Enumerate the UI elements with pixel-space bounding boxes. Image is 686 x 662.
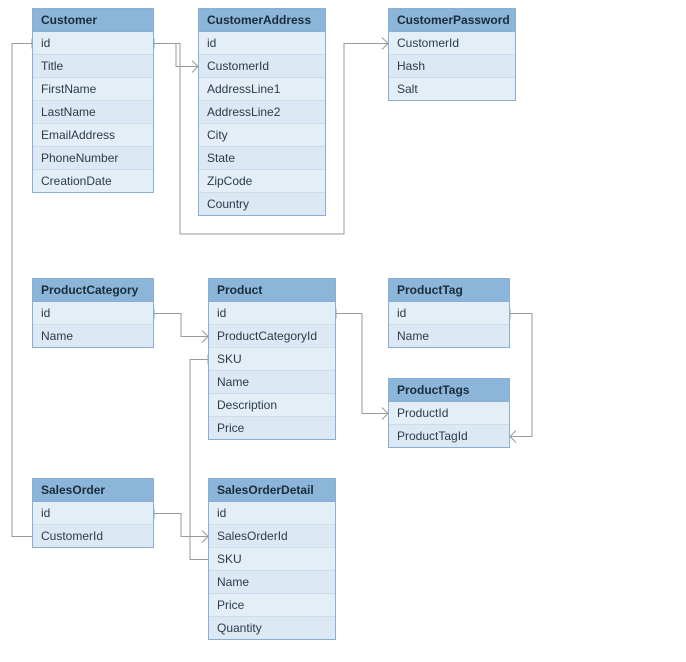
entity-field: Name — [389, 325, 509, 347]
entity-field: ZipCode — [199, 170, 325, 193]
entity-title: Product — [209, 279, 335, 302]
entity-field: LastName — [33, 101, 153, 124]
entity-field: id — [33, 32, 153, 55]
entity-field: CustomerId — [389, 32, 515, 55]
entity-field: ProductTagId — [389, 425, 509, 447]
entity-salesorderdetail: SalesOrderDetailidSalesOrderIdSKUNamePri… — [208, 478, 336, 640]
er-diagram-canvas: CustomeridTitleFirstNameLastNameEmailAdd… — [0, 0, 686, 662]
entity-title: ProductTag — [389, 279, 509, 302]
entity-title: CustomerPassword — [389, 9, 515, 32]
entity-field: id — [389, 302, 509, 325]
entity-field: id — [209, 302, 335, 325]
entity-customerpassword: CustomerPasswordCustomerIdHashSalt — [388, 8, 516, 101]
entity-field: State — [199, 147, 325, 170]
entity-field: Hash — [389, 55, 515, 78]
entity-field: id — [199, 32, 325, 55]
entity-customer: CustomeridTitleFirstNameLastNameEmailAdd… — [32, 8, 154, 193]
entity-field: ProductCategoryId — [209, 325, 335, 348]
entity-field: Country — [199, 193, 325, 215]
entity-title: CustomerAddress — [199, 9, 325, 32]
entity-field: CreationDate — [33, 170, 153, 192]
entity-field: EmailAddress — [33, 124, 153, 147]
entity-producttags: ProductTagsProductIdProductTagId — [388, 378, 510, 448]
entity-title: SalesOrderDetail — [209, 479, 335, 502]
entity-field: Description — [209, 394, 335, 417]
entity-field: Price — [209, 594, 335, 617]
entity-field: SKU — [209, 348, 335, 371]
entity-field: FirstName — [33, 78, 153, 101]
entity-field: Name — [209, 371, 335, 394]
entity-field: CustomerId — [33, 525, 153, 547]
entity-product: ProductidProductCategoryIdSKUNameDescrip… — [208, 278, 336, 440]
entity-field: ProductId — [389, 402, 509, 425]
entity-field: id — [33, 502, 153, 525]
entity-field: Quantity — [209, 617, 335, 639]
entity-field: City — [199, 124, 325, 147]
entity-field: Title — [33, 55, 153, 78]
entity-title: ProductCategory — [33, 279, 153, 302]
entity-field: Name — [33, 325, 153, 347]
entity-field: SKU — [209, 548, 335, 571]
entity-field: Name — [209, 571, 335, 594]
entity-salesorder: SalesOrderidCustomerId — [32, 478, 154, 548]
entity-field: id — [209, 502, 335, 525]
entity-title: SalesOrder — [33, 479, 153, 502]
entity-field: SalesOrderId — [209, 525, 335, 548]
entity-field: CustomerId — [199, 55, 325, 78]
entity-field: id — [33, 302, 153, 325]
entity-field: AddressLine1 — [199, 78, 325, 101]
entity-customeraddress: CustomerAddressidCustomerIdAddressLine1A… — [198, 8, 326, 216]
entity-productcategory: ProductCategoryidName — [32, 278, 154, 348]
entity-field: AddressLine2 — [199, 101, 325, 124]
entity-producttag: ProductTagidName — [388, 278, 510, 348]
entity-title: Customer — [33, 9, 153, 32]
entity-field: Price — [209, 417, 335, 439]
entity-field: PhoneNumber — [33, 147, 153, 170]
entity-field: Salt — [389, 78, 515, 100]
entity-title: ProductTags — [389, 379, 509, 402]
